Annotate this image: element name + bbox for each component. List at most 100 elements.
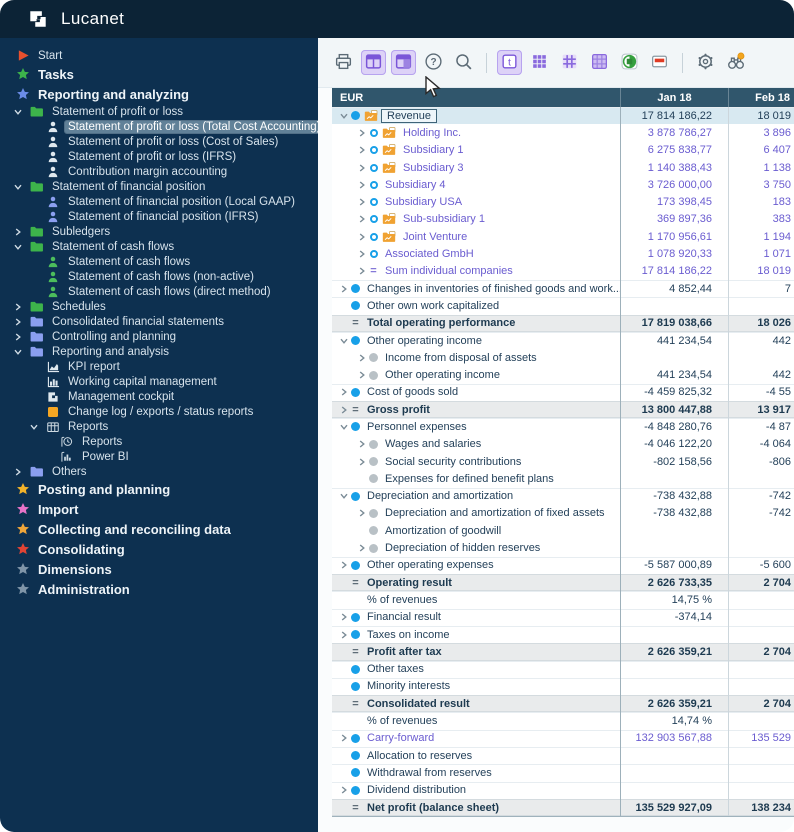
grid-shade-view-button[interactable] [587,50,612,75]
chevron-right-icon[interactable] [356,250,367,258]
chevron-right-icon[interactable] [356,233,367,241]
row-label-cell[interactable]: Holding Inc. [332,124,620,141]
value-jan-18[interactable]: -374,14 [620,609,728,626]
sidebar-item-cash-flows[interactable]: Statement of cash flows [0,254,318,269]
text-view-button[interactable]: t [497,50,522,75]
chevron-right-icon[interactable] [338,631,349,639]
table-row[interactable]: Allocation to reserves [332,747,794,764]
value-jan-18[interactable] [620,678,728,695]
value-jan-18[interactable]: 2 626 359,21 [620,695,728,712]
value-feb-18[interactable] [728,539,794,556]
table-row[interactable]: =Consolidated result2 626 359,212 704 [332,695,794,712]
table-row[interactable]: Financial result-374,14 [332,609,794,626]
value-jan-18[interactable]: 17 819 038,66 [620,315,728,332]
row-label-cell[interactable]: Amortization of goodwill [332,522,620,539]
sidebar-item-start[interactable]: Start [0,47,318,64]
value-jan-18[interactable]: 6 275 838,77 [620,142,728,159]
row-label-cell[interactable]: Financial result [332,609,620,626]
value-feb-18[interactable]: 183 [728,193,794,210]
value-feb-18[interactable]: 383 [728,211,794,228]
row-label-cell[interactable]: Withdrawal from reserves [332,764,620,781]
value-jan-18[interactable]: -738 432,88 [620,488,728,505]
row-label-cell[interactable]: Expenses for defined benefit plans [332,470,620,487]
value-jan-18[interactable]: 14,74 % [620,712,728,729]
value-feb-18[interactable]: 3 896 [728,124,794,141]
row-label-cell[interactable]: Personnel expenses [332,418,620,435]
sidebar-item-pnl-cost-of-sales[interactable]: Statement of profit or loss (Cost of Sal… [0,134,318,149]
sidebar-item-tasks[interactable]: Tasks [0,64,318,84]
value-feb-18[interactable] [728,712,794,729]
chevron-right-icon[interactable] [14,333,28,341]
table-row[interactable]: % of revenues14,75 % [332,591,794,608]
value-feb-18[interactable] [728,764,794,781]
sidebar-item-pnl-ifrs[interactable]: Statement of profit or loss (IFRS) [0,149,318,164]
table-row[interactable]: Cost of goods sold-4 459 825,32-4 55 [332,384,794,401]
table-row[interactable]: Other taxes [332,661,794,678]
table-row[interactable]: =Operating result2 626 733,352 704 [332,574,794,591]
grid-hash-view-button[interactable] [557,50,582,75]
layout-view-alt-button[interactable] [391,50,416,75]
row-label-cell[interactable]: Depreciation and amortization [332,488,620,505]
row-label-cell[interactable]: Income from disposal of assets [332,349,620,366]
value-feb-18[interactable]: 6 407 [728,142,794,159]
row-label-cell[interactable]: Other operating income [332,366,620,383]
value-jan-18[interactable]: 2 626 733,35 [620,574,728,591]
value-jan-18[interactable]: 13 800 447,88 [620,401,728,418]
row-label-cell[interactable]: Subsidiary 3 [332,159,620,176]
table-row[interactable]: Joint Venture1 170 956,611 194 [332,228,794,245]
value-jan-18[interactable]: -4 046 122,20 [620,436,728,453]
value-jan-18[interactable] [620,297,728,314]
table-row[interactable]: Subsidiary 16 275 838,776 407 [332,142,794,159]
table-row[interactable]: Sub-subsidiary 1369 897,36383 [332,211,794,228]
value-feb-18[interactable]: 18 026 [728,315,794,332]
column-header-currency[interactable]: EUR [332,88,620,107]
value-jan-18[interactable]: 1 140 388,43 [620,159,728,176]
value-jan-18[interactable] [620,522,728,539]
row-label-cell[interactable]: Subsidiary 1 [332,142,620,159]
value-jan-18[interactable]: -5 587 000,89 [620,557,728,574]
value-feb-18[interactable]: 2 704 [728,695,794,712]
value-feb-18[interactable]: 18 019 [728,107,794,124]
row-label-cell[interactable]: Other taxes [332,661,620,678]
sidebar-folder-reports[interactable]: Reports [0,419,318,434]
sidebar-folder-others[interactable]: Others [0,464,318,479]
value-jan-18[interactable]: 4 852,44 [620,280,728,297]
value-jan-18[interactable] [620,661,728,678]
value-jan-18[interactable] [620,470,728,487]
value-feb-18[interactable]: 3 750 [728,176,794,193]
row-label-cell[interactable]: % of revenues [332,591,620,608]
row-label-cell[interactable]: Carry-forward [332,730,620,747]
table-row[interactable]: Expenses for defined benefit plans [332,470,794,487]
value-feb-18[interactable]: 442 [728,332,794,349]
row-label-cell[interactable]: Revenue [332,107,620,124]
chevron-down-icon[interactable] [338,492,349,500]
sidebar-item-sofp-local-gaap[interactable]: Statement of financial position (Local G… [0,194,318,209]
value-feb-18[interactable]: -4 87 [728,418,794,435]
sidebar-item-consolidating[interactable]: Consolidating [0,539,318,559]
chevron-down-icon[interactable] [338,112,349,120]
value-jan-18[interactable]: 14,75 % [620,591,728,608]
table-row[interactable]: Amortization of goodwill [332,522,794,539]
row-label-cell[interactable]: Sub-subsidiary 1 [332,211,620,228]
table-row[interactable]: Taxes on income [332,626,794,643]
chevron-right-icon[interactable] [338,786,349,794]
row-label-cell[interactable]: Social security contributions [332,453,620,470]
table-row[interactable]: Personnel expenses-4 848 280,76-4 87 [332,418,794,435]
row-label-cell[interactable]: Joint Venture [332,228,620,245]
value-feb-18[interactable] [728,678,794,695]
value-jan-18[interactable]: 173 398,45 [620,193,728,210]
sidebar-item-kpi-report[interactable]: KPI report [0,359,318,374]
sidebar-folder-statement-of-profit-or-loss[interactable]: Statement of profit or loss [0,104,318,119]
chevron-right-icon[interactable] [356,354,367,362]
value-jan-18[interactable]: 441 234,54 [620,332,728,349]
table-row[interactable]: Holding Inc.3 878 786,273 896 [332,124,794,141]
value-feb-18[interactable] [728,661,794,678]
table-row[interactable]: Associated GmbH1 078 920,331 071 [332,245,794,262]
value-jan-18[interactable]: 1 078 920,33 [620,245,728,262]
row-label-cell[interactable]: Subsidiary USA [332,193,620,210]
find-button[interactable] [723,50,748,75]
row-label-cell[interactable]: Other operating income [332,332,620,349]
table-row[interactable]: Other operating income441 234,54442 [332,332,794,349]
row-label-cell[interactable]: % of revenues [332,712,620,729]
layout-view-button[interactable] [361,50,386,75]
